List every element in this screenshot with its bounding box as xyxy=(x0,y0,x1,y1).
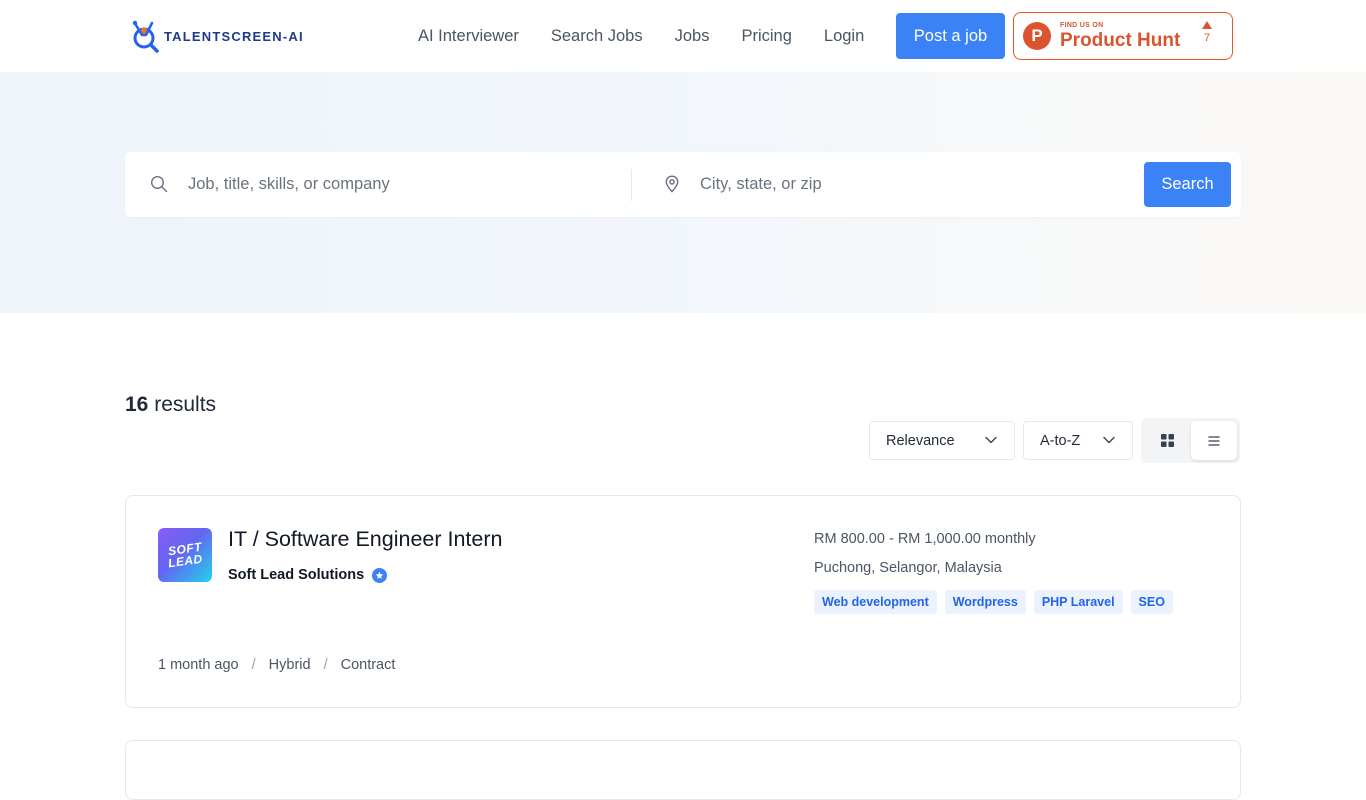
job-posted-time: 1 month ago xyxy=(158,657,239,673)
brand-logo[interactable]: TALENTSCREEN-AI xyxy=(130,18,304,54)
site-header: TALENTSCREEN-AI AI Interviewer Search Jo… xyxy=(0,0,1366,72)
chevron-down-icon xyxy=(985,436,997,444)
nav-login[interactable]: Login xyxy=(808,27,880,46)
skill-tag[interactable]: Wordpress xyxy=(944,590,1026,614)
sort-relevance-value: Relevance xyxy=(886,432,955,449)
product-hunt-caption: FIND US ON xyxy=(1060,22,1104,29)
sort-order-value: A-to-Z xyxy=(1040,432,1081,449)
verified-badge-icon xyxy=(372,567,388,583)
nav-pricing[interactable]: Pricing xyxy=(725,27,807,46)
location-pin-icon xyxy=(665,175,679,193)
nav-jobs[interactable]: Jobs xyxy=(659,27,726,46)
results-count: 16 results xyxy=(125,393,217,416)
search-divider xyxy=(631,169,632,201)
list-view-button[interactable] xyxy=(1191,421,1237,460)
sort-relevance-select[interactable]: Relevance xyxy=(869,421,1015,460)
keyword-search-input[interactable] xyxy=(188,168,608,200)
talentscreen-logo-icon xyxy=(132,20,159,53)
search-button[interactable]: Search xyxy=(1144,162,1231,207)
product-hunt-vote-count: 7 xyxy=(1203,32,1211,44)
meta-separator: / xyxy=(251,657,256,673)
job-meta: 1 month ago / Hybrid / Contract xyxy=(158,657,395,673)
main-nav: AI Interviewer Search Jobs Jobs Pricing … xyxy=(402,13,880,59)
job-type: Contract xyxy=(340,657,396,673)
chevron-down-icon xyxy=(1103,436,1115,444)
post-job-button[interactable]: Post a job xyxy=(896,13,1005,59)
sort-order-select[interactable]: A-to-Z xyxy=(1023,421,1133,460)
skill-tag[interactable]: Web development xyxy=(814,590,937,614)
product-hunt-badge[interactable]: P FIND US ON Product Hunt 7 xyxy=(1013,12,1233,60)
job-location: Puchong, Selangor, Malaysia xyxy=(814,560,1002,576)
product-hunt-icon: P xyxy=(1023,22,1051,50)
job-title[interactable]: IT / Software Engineer Intern xyxy=(228,527,502,552)
grid-view-button[interactable] xyxy=(1144,421,1190,460)
meta-separator: / xyxy=(323,657,328,673)
view-mode-toggle xyxy=(1141,418,1240,463)
job-card[interactable]: SOFT LEAD IT / Software Engineer Intern … xyxy=(125,495,1241,708)
company-name[interactable]: Soft Lead Solutions xyxy=(228,567,364,583)
product-hunt-title: Product Hunt xyxy=(1060,30,1181,51)
job-workplace: Hybrid xyxy=(268,657,311,673)
hero-section: Search xyxy=(0,72,1366,313)
list-icon xyxy=(1208,435,1220,446)
job-tags: Web development Wordpress PHP Laravel SE… xyxy=(814,590,1181,614)
search-icon xyxy=(150,175,168,193)
job-card[interactable] xyxy=(125,740,1241,800)
grid-icon xyxy=(1160,434,1174,447)
skill-tag[interactable]: SEO xyxy=(1130,590,1173,614)
skill-tag[interactable]: PHP Laravel xyxy=(1033,590,1123,614)
job-salary: RM 800.00 - RM 1,000.00 monthly xyxy=(814,531,1036,547)
nav-ai-interviewer[interactable]: AI Interviewer xyxy=(402,27,535,46)
location-search-input[interactable] xyxy=(700,168,1120,200)
upvote-triangle-icon xyxy=(1202,21,1212,29)
brand-name: TALENTSCREEN-AI xyxy=(164,28,304,44)
product-hunt-votes: 7 xyxy=(1202,21,1212,44)
company-logo: SOFT LEAD xyxy=(158,528,212,582)
nav-search-jobs[interactable]: Search Jobs xyxy=(535,27,659,46)
